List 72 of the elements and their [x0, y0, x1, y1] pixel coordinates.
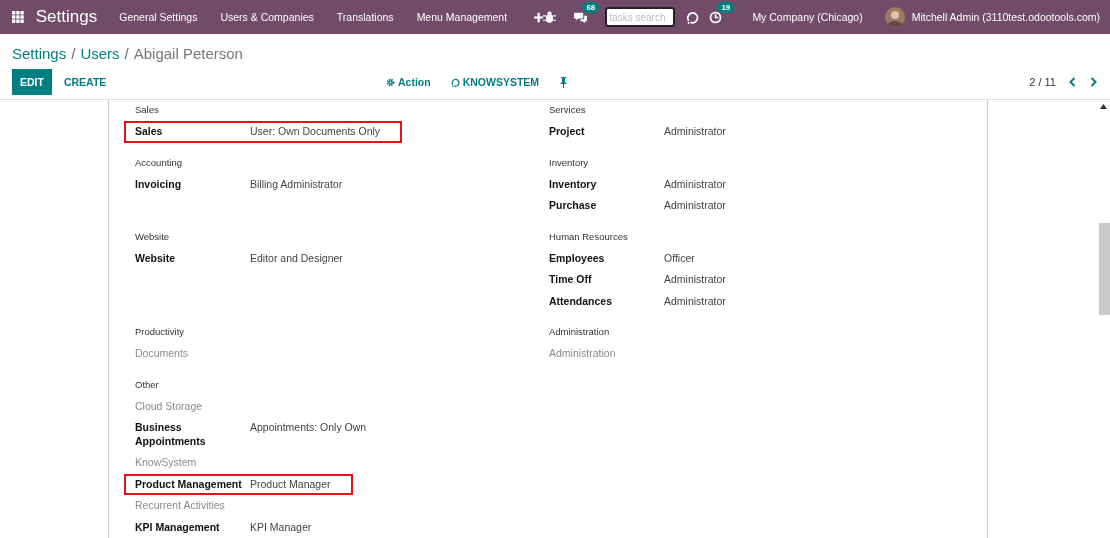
- group-title: Inventory: [549, 155, 590, 170]
- field-value[interactable]: Product Manager: [250, 477, 331, 491]
- group-title: Other: [135, 377, 160, 392]
- field-label: Sales: [135, 125, 164, 139]
- field-label: Recurrent Activities: [135, 499, 225, 513]
- field-label: Inventory: [549, 177, 598, 191]
- plus-icon[interactable]: [534, 11, 544, 23]
- knowsystem-icon: [450, 77, 460, 87]
- breadcrumb-link[interactable]: Users: [80, 44, 120, 62]
- field-value[interactable]: Administrator: [664, 125, 726, 139]
- pin-icon[interactable]: [559, 76, 569, 88]
- field-label: Business Appointments: [135, 421, 207, 448]
- menu-item[interactable]: Users & Companies: [220, 11, 314, 23]
- group-title: Sales: [135, 103, 160, 117]
- group-title: Accounting: [135, 155, 183, 170]
- field-value[interactable]: Billing Administrator: [250, 177, 343, 191]
- knowsystem-icon[interactable]: [686, 10, 700, 24]
- pager-counter[interactable]: 2 / 11: [1029, 76, 1056, 88]
- clock-icon[interactable]: [709, 10, 723, 24]
- field-label: KnowSystem: [135, 456, 197, 470]
- app-title: Settings: [35, 7, 98, 27]
- scroll-thumb[interactable]: [1099, 223, 1110, 315]
- field-value[interactable]: Administrator: [664, 199, 726, 213]
- field-label: Employees: [549, 251, 606, 265]
- search-field[interactable]: tasks search: [605, 7, 676, 27]
- field-value[interactable]: Administrator: [664, 294, 726, 308]
- group-title: Services: [549, 103, 587, 117]
- avatar-icon[interactable]: [884, 7, 905, 27]
- menu-item[interactable]: Translations: [336, 11, 394, 23]
- field-label: Documents: [135, 347, 189, 361]
- group-title: Website: [135, 229, 171, 244]
- breadcrumb-link[interactable]: Settings: [12, 44, 67, 62]
- scroll-up-icon[interactable]: [1100, 104, 1107, 109]
- field-label: Attendances: [549, 294, 613, 308]
- apps-menu-icon[interactable]: [12, 10, 24, 24]
- group-title: Administration: [549, 325, 611, 339]
- message-count-badge: 68: [582, 1, 600, 13]
- breadcrumb-current: Abigail Peterson: [133, 44, 243, 62]
- user-menu[interactable]: Mitchell Admin (3110test.odootools.com): [911, 11, 1100, 23]
- field-value[interactable]: Administrator: [664, 177, 726, 191]
- field-value[interactable]: Administrator: [664, 273, 726, 287]
- field-label: Administration: [549, 347, 616, 361]
- edit-button[interactable]: EDIT: [12, 69, 52, 95]
- activity-count-badge: 19: [717, 1, 735, 13]
- previous-icon[interactable]: [1068, 77, 1077, 87]
- field-value[interactable]: User: Own Documents Only: [250, 125, 381, 139]
- field-label: Website: [135, 251, 177, 265]
- field-value[interactable]: KPI Manager: [250, 520, 312, 534]
- knowsystem-button[interactable]: KNOWSYSTEM: [450, 76, 540, 88]
- breadcrumb-separator: /: [71, 44, 76, 62]
- create-button[interactable]: CREATE: [55, 69, 115, 95]
- company-switcher[interactable]: My Company (Chicago): [752, 11, 863, 23]
- field-value[interactable]: Appointments: Only Own: [250, 421, 367, 448]
- menu-item[interactable]: General Settings: [119, 11, 198, 23]
- breadcrumb-separator: /: [124, 44, 129, 62]
- menu-item[interactable]: Menu Management: [416, 11, 508, 23]
- field-label: Time Off: [549, 273, 593, 287]
- chat-icon[interactable]: [574, 10, 588, 24]
- field-label: Purchase: [549, 199, 598, 213]
- field-label: KPI Management: [135, 520, 221, 534]
- field-value[interactable]: Officer: [664, 251, 695, 265]
- field-value[interactable]: Editor and Designer: [250, 251, 343, 265]
- field-label: Project: [549, 125, 586, 139]
- action-menu[interactable]: Action: [386, 76, 431, 88]
- field-label: Invoicing: [135, 177, 183, 191]
- group-title: Human Resources: [549, 229, 629, 244]
- bug-icon[interactable]: [543, 10, 557, 24]
- gear-icon: [386, 77, 395, 87]
- group-title: Productivity: [135, 325, 186, 339]
- field-label: Product Management: [135, 477, 243, 491]
- field-label: Cloud Storage: [135, 399, 203, 413]
- next-icon[interactable]: [1089, 77, 1098, 87]
